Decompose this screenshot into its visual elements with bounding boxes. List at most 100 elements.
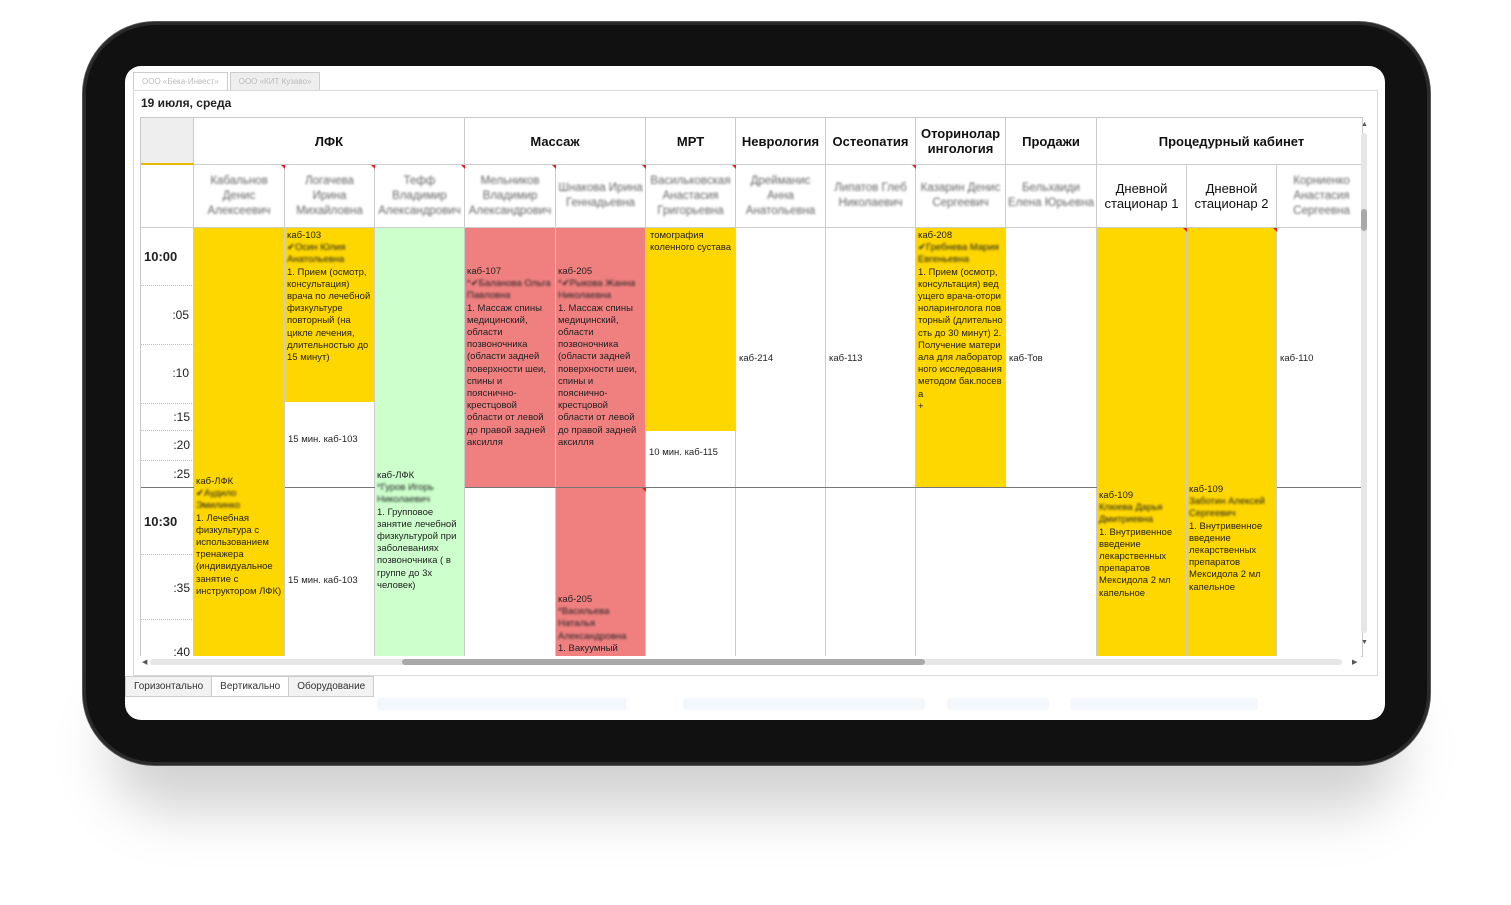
service-description: 1. Внутривенное введение лекарственных п… bbox=[1099, 526, 1173, 599]
grid-line bbox=[141, 619, 194, 620]
doctor-header[interactable]: Кабальнов Денис Алексеевич bbox=[194, 165, 285, 228]
appointment-card[interactable]: каб-103 ✔Осин Юлия Анатольевна 1. Прием … bbox=[285, 228, 375, 402]
flag-icon bbox=[912, 165, 916, 169]
scroll-right-icon[interactable]: ▶ bbox=[1352, 658, 1357, 666]
dept-neurology: Неврология bbox=[736, 118, 826, 165]
service-description: 1. Лечебная физкультура с использованием… bbox=[196, 512, 282, 597]
doctor-header[interactable]: Казарин Денис Сергеевич bbox=[916, 165, 1006, 228]
doctor-header[interactable]: Васильковская Анастасия Григорьевна bbox=[646, 165, 736, 228]
add-more-icon[interactable]: + bbox=[918, 401, 1003, 413]
appointment-card[interactable]: каб-109 Заботин Алексей Сергеевич 1. Вну… bbox=[1187, 228, 1277, 656]
free-slot[interactable]: 15 мин. каб-103 bbox=[288, 434, 368, 446]
patient-name: Клюева Дарья Дмитриевна bbox=[1099, 502, 1163, 526]
service-description: 1. Прием (осмотр, консультация) ведущего… bbox=[918, 266, 1003, 400]
room-label: каб-ЛФК bbox=[377, 470, 415, 481]
appointment-card[interactable]: томография коленного сустава bbox=[646, 228, 736, 431]
schedule-date: 19 июля, среда bbox=[141, 96, 232, 110]
dept-massage: Массаж bbox=[465, 118, 646, 165]
room-slot[interactable]: каб-110 bbox=[1280, 353, 1313, 364]
doctor-header[interactable]: Дрейманис Анна Анатольевна bbox=[736, 165, 826, 228]
flag-icon bbox=[552, 165, 556, 169]
scroll-thumb[interactable] bbox=[1361, 209, 1367, 231]
faded-element bbox=[947, 698, 1049, 710]
doctor-header[interactable]: Мельников Владимир Александрович bbox=[465, 165, 556, 228]
doctor-header[interactable]: Шнакова Ирина Геннадьевна bbox=[556, 165, 646, 228]
column bbox=[736, 228, 826, 656]
doctor-name: Кабальнов Денис Алексеевич bbox=[207, 174, 271, 217]
doctor-name: Шнакова Ирина Геннадьевна bbox=[558, 182, 643, 209]
screen: ООО «Бека-Инвест» ООО «КИТ Кузаво» 19 ию… bbox=[125, 66, 1385, 720]
column bbox=[1277, 228, 1362, 656]
grid-corner bbox=[141, 118, 194, 165]
time-label: :35 bbox=[173, 581, 190, 595]
flag-icon bbox=[1273, 228, 1277, 232]
time-label: :20 bbox=[173, 438, 190, 452]
appointment-card[interactable]: каб-208 ✔Гребнева Мария Евгеньевна 1. Пр… bbox=[916, 228, 1006, 487]
room-slot[interactable]: каб-113 bbox=[829, 353, 862, 364]
grid-line bbox=[141, 285, 194, 286]
flag-icon bbox=[1183, 228, 1187, 232]
free-slot[interactable]: 10 мин. каб-115 bbox=[649, 447, 729, 459]
appointment-card[interactable]: каб-ЛФК *Гуров Игорь Николаевич 1. Групп… bbox=[375, 228, 465, 656]
grid-line bbox=[141, 460, 194, 461]
doctor-header[interactable]: Логачева Ирина Михайловна bbox=[285, 165, 375, 228]
doctor-header[interactable]: Дневной стационар 1 bbox=[1097, 165, 1187, 228]
doctor-name: Бельхаиди Елена Юрьевна bbox=[1008, 182, 1094, 209]
free-slot[interactable]: 15 мин. каб-103 bbox=[288, 575, 368, 587]
time-label: :10 bbox=[141, 366, 194, 380]
appointment-card[interactable]: каб-ЛФК ✔Аудило Эмилинко 1. Лечебная физ… bbox=[194, 228, 285, 656]
dept-mri: МРТ bbox=[646, 118, 736, 165]
appointment-card[interactable]: каб-107 *✔Баланова Ольга Павловна 1. Мас… bbox=[465, 228, 556, 487]
time-label: :05 bbox=[141, 308, 194, 322]
doctor-header[interactable]: Корниенко Анастасия Сергеевна bbox=[1277, 165, 1362, 228]
doctor-name: Дневной стационар 2 bbox=[1194, 181, 1269, 211]
flag-icon bbox=[281, 165, 285, 169]
tab-company-2[interactable]: ООО «КИТ Кузаво» bbox=[229, 72, 321, 91]
column bbox=[1006, 228, 1097, 656]
scroll-left-icon[interactable]: ◀ bbox=[142, 658, 147, 666]
doctor-header[interactable]: Бельхаиди Елена Юрьевна bbox=[1006, 165, 1097, 228]
service-description: 1. Массаж спины медицинский, области поз… bbox=[467, 302, 547, 448]
doctor-name: Липатов Глеб Николаевич bbox=[834, 182, 907, 209]
company-tabs: ООО «Бека-Инвест» ООО «КИТ Кузаво» bbox=[133, 72, 322, 91]
column bbox=[826, 228, 916, 656]
appointment-card[interactable]: каб-109 Клюева Дарья Дмитриевна 1. Внутр… bbox=[1097, 228, 1187, 656]
time-label: 10:00 bbox=[141, 249, 194, 264]
tab-horizontal[interactable]: Горизонтально bbox=[125, 676, 213, 697]
scroll-up-icon[interactable]: ▲ bbox=[1361, 121, 1368, 128]
room-slot[interactable]: каб-214 bbox=[739, 353, 773, 364]
faded-element bbox=[1070, 698, 1258, 710]
service-description: томография коленного сустава bbox=[650, 230, 732, 254]
service-description: 1. Групповое занятие лечебной физкультур… bbox=[377, 506, 457, 591]
room-label: каб-208 bbox=[918, 230, 953, 241]
appointment-card[interactable]: каб-205 *✔Рыкова Жанна Николаевна 1. Мас… bbox=[556, 228, 646, 487]
scroll-track bbox=[1361, 133, 1367, 633]
doctor-name: Тефф Владимир Александрович bbox=[378, 174, 461, 217]
room-label: каб-109 bbox=[1099, 490, 1134, 501]
vertical-scrollbar[interactable]: ▲ ▼ bbox=[1359, 119, 1369, 654]
dept-osteopathy: Остеопатия bbox=[826, 118, 916, 165]
doctor-corner bbox=[141, 165, 194, 228]
doctor-header[interactable]: Дневной стационар 2 bbox=[1187, 165, 1277, 228]
scroll-thumb[interactable] bbox=[402, 659, 925, 665]
service-description: 1. Массаж спины медицинский, области поз… bbox=[558, 302, 638, 448]
scroll-down-icon[interactable]: ▼ bbox=[1361, 639, 1368, 646]
patient-name: *Васильева Наталья Александровна bbox=[558, 606, 627, 642]
doctor-name: Корниенко Анастасия Сергеевна bbox=[1293, 174, 1350, 217]
schedule-grid: ЛФК Массаж МРТ Неврология Остеопатия Ото… bbox=[140, 117, 1363, 657]
room-label: каб-ЛФК bbox=[196, 476, 234, 487]
time-label: 10:30 bbox=[141, 514, 194, 529]
room-slot[interactable]: каб-Тов bbox=[1009, 353, 1043, 364]
doctor-name: Васильковская Анастасия Григорьевна bbox=[650, 174, 731, 217]
service-description: 1. Прием (осмотр, консультация) врача по… bbox=[287, 266, 371, 364]
tab-vertical[interactable]: Вертикально bbox=[211, 676, 290, 697]
doctor-header[interactable]: Тефф Владимир Александрович bbox=[375, 165, 465, 228]
horizontal-scrollbar[interactable]: ◀ ▶ bbox=[140, 656, 1361, 668]
tab-company-1[interactable]: ООО «Бека-Инвест» bbox=[133, 72, 228, 91]
patient-name: *✔Рыкова Жанна Николаевна bbox=[558, 278, 636, 302]
appointment-card[interactable]: каб-205 *Васильева Наталья Александровна… bbox=[556, 488, 646, 656]
doctor-header[interactable]: Липатов Глеб Николаевич bbox=[826, 165, 916, 228]
patient-name: *Гуров Игорь Николаевич bbox=[377, 482, 434, 506]
tab-equipment[interactable]: Оборудование bbox=[288, 676, 375, 697]
flag-icon bbox=[732, 165, 736, 169]
